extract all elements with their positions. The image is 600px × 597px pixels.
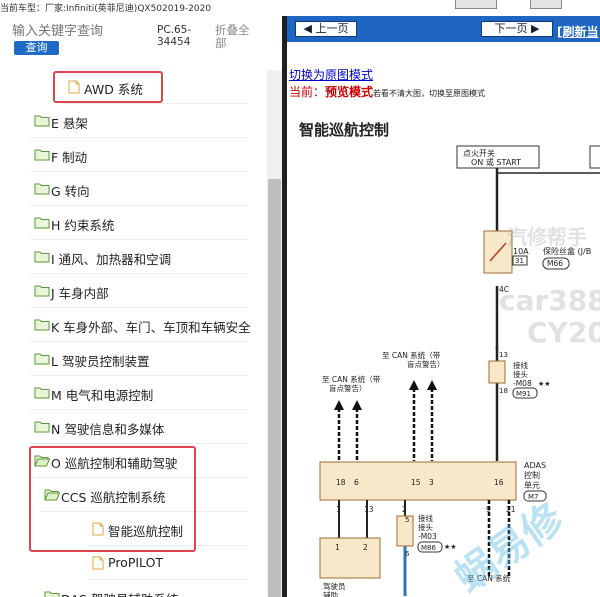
can-label: 盲点警告） xyxy=(329,383,367,393)
watermark-text: CY20 xyxy=(527,316,600,349)
switch-original-mode-link[interactable]: 切换为原图模式 xyxy=(289,66,373,83)
driver-assist-box xyxy=(319,537,381,579)
tree-item-label: F 制动 xyxy=(51,150,88,165)
pin-label: 18 xyxy=(499,387,508,395)
can-label: 盲点警告） xyxy=(407,359,445,369)
pin-label: 1 xyxy=(335,543,340,552)
tree-item[interactable]: N 驾驶信息和多媒体 xyxy=(30,410,247,444)
tree-item-label: G 转向 xyxy=(51,184,90,199)
junction-label: 接线 xyxy=(418,513,433,523)
viewer-panel: ◀ 上一页 下一页 ▶ [刷新当 切换为原图模式 当前：预览模式若看不清大图，切… xyxy=(287,16,600,597)
folder-icon xyxy=(34,284,50,297)
junction-label: 接头 xyxy=(418,522,433,532)
tree-item[interactable]: L 驾驶员控制装置 xyxy=(30,342,247,376)
tree-item-label: M 电气和电源控制 xyxy=(51,388,154,403)
pin-label: 3 xyxy=(429,478,434,487)
junction-id: -M08 xyxy=(513,379,532,388)
next-page-button[interactable]: 下一页 ▶ xyxy=(481,21,553,37)
watermark-text: car388 xyxy=(499,284,600,317)
tree-item-label: ProPILOT xyxy=(108,555,164,570)
junction-m08 xyxy=(488,360,506,384)
junction-connector: M86 xyxy=(421,544,436,552)
car-model-label: 当前车型：厂家:Infiniti(英菲尼迪)QX502019-2020 xyxy=(0,4,212,14)
junction-label: 接线 xyxy=(513,360,528,370)
driver-label: 驾驶员 xyxy=(323,581,346,591)
pin-label: 5 xyxy=(405,516,409,524)
toc-panel: 查询 PC.65-34454 折叠全部 AWD 系统E 悬架F 制动G 转向H … xyxy=(0,16,282,597)
fuse-box-connector: M66 xyxy=(547,259,563,268)
folder-icon xyxy=(34,318,50,331)
tree-item-label: H 约束系统 xyxy=(51,218,115,233)
folder-icon xyxy=(44,590,60,597)
tree-item[interactable]: M 电气和电源控制 xyxy=(30,376,247,410)
folder-icon xyxy=(34,420,50,433)
current-mode-line: 当前：预览模式若看不清大图，切换至原图模式 xyxy=(289,85,486,99)
tree-item-label: K 车身外部、车门、车顶和车辆安全 xyxy=(51,320,251,335)
pin-label: 6 xyxy=(354,478,359,487)
can-label: 至 CAN 系统（带 xyxy=(322,374,381,384)
adas-label: 控制 xyxy=(524,470,540,480)
ignition-state-label: ON 或 START xyxy=(471,157,521,167)
scrollbar-thumb[interactable] xyxy=(268,179,281,597)
collapse-all-button[interactable]: 折叠全部 xyxy=(215,24,257,50)
tree-item[interactable]: J 车身内部 xyxy=(30,274,247,308)
tree-item[interactable]: K 车身外部、车门、车顶和车辆安全 xyxy=(30,308,251,342)
highlight-box xyxy=(53,71,163,103)
viewer-nav: ◀ 上一页 下一页 ▶ [刷新当 xyxy=(287,16,600,42)
folder-icon xyxy=(34,352,50,365)
top-info-bar: 当前车型：厂家:Infiniti(英菲尼迪)QX502019-2020 xyxy=(0,0,600,16)
search-row: 查询 PC.65-34454 折叠全部 xyxy=(0,16,282,70)
pin-label: 13 xyxy=(499,351,508,359)
refresh-link[interactable]: [刷新当 xyxy=(557,23,599,40)
folder-icon xyxy=(34,114,50,127)
tree-item-label: N 驾驶信息和多媒体 xyxy=(51,422,165,437)
next-arrow-icon: ▶ xyxy=(527,22,540,35)
tree-item[interactable]: I 通风、加热器和空调 xyxy=(30,240,247,274)
junction-id: -M03 xyxy=(418,532,437,541)
junction-connector: M91 xyxy=(516,390,531,398)
adas-label: ADAS xyxy=(524,461,546,470)
junction-label: 接头 xyxy=(513,369,528,379)
pc-code: PC.65-34454 xyxy=(157,24,192,48)
pin-label: 13 xyxy=(364,505,374,514)
tree-item[interactable]: G 转向 xyxy=(30,172,247,206)
folder-icon xyxy=(34,148,50,161)
ignition-label: 点火开关 xyxy=(463,148,495,158)
tree-item-label: L 驾驶员控制装置 xyxy=(51,354,150,369)
prev-page-button[interactable]: ◀ 上一页 xyxy=(295,21,357,37)
can-lines xyxy=(337,388,434,461)
highlight-box xyxy=(29,446,196,552)
search-input[interactable] xyxy=(12,24,152,39)
pin-label: 16 xyxy=(494,478,504,487)
driver-label: 辅助 xyxy=(323,590,338,597)
folder-icon xyxy=(34,250,50,263)
toolbar-button[interactable] xyxy=(530,0,562,9)
pin-label: 6 xyxy=(405,550,410,558)
pin-label: 18 xyxy=(336,478,346,487)
search-button[interactable]: 查询 xyxy=(14,41,59,55)
pin-label: 15 xyxy=(411,478,421,487)
tree-item[interactable]: E 悬架 xyxy=(30,104,247,138)
toolbar-button[interactable] xyxy=(455,0,497,9)
tree-item[interactable]: DAS 驾驶员辅助系统 xyxy=(40,580,247,597)
tree-item-label: J 车身内部 xyxy=(51,286,109,301)
tree-item-label: I 通风、加热器和空调 xyxy=(51,252,172,267)
can-label: 至 CAN 系统（带 xyxy=(382,350,441,360)
tree-item[interactable]: F 制动 xyxy=(30,138,247,172)
tree-item-label: DAS 驾驶员辅助系统 xyxy=(61,589,178,597)
folder-icon xyxy=(34,182,50,195)
tree-item-label: E 悬架 xyxy=(51,116,88,131)
watermark-text: 汽修帮手 xyxy=(507,225,587,249)
folder-icon xyxy=(34,386,50,399)
document-icon xyxy=(92,556,108,570)
fuse-number: 31 xyxy=(515,257,524,265)
folder-icon xyxy=(34,216,50,229)
note-stars: ★★ xyxy=(538,380,551,388)
prev-arrow-icon: ◀ xyxy=(303,22,316,35)
pin-label: 2 xyxy=(363,543,368,552)
tree-item[interactable]: H 约束系统 xyxy=(30,206,247,240)
